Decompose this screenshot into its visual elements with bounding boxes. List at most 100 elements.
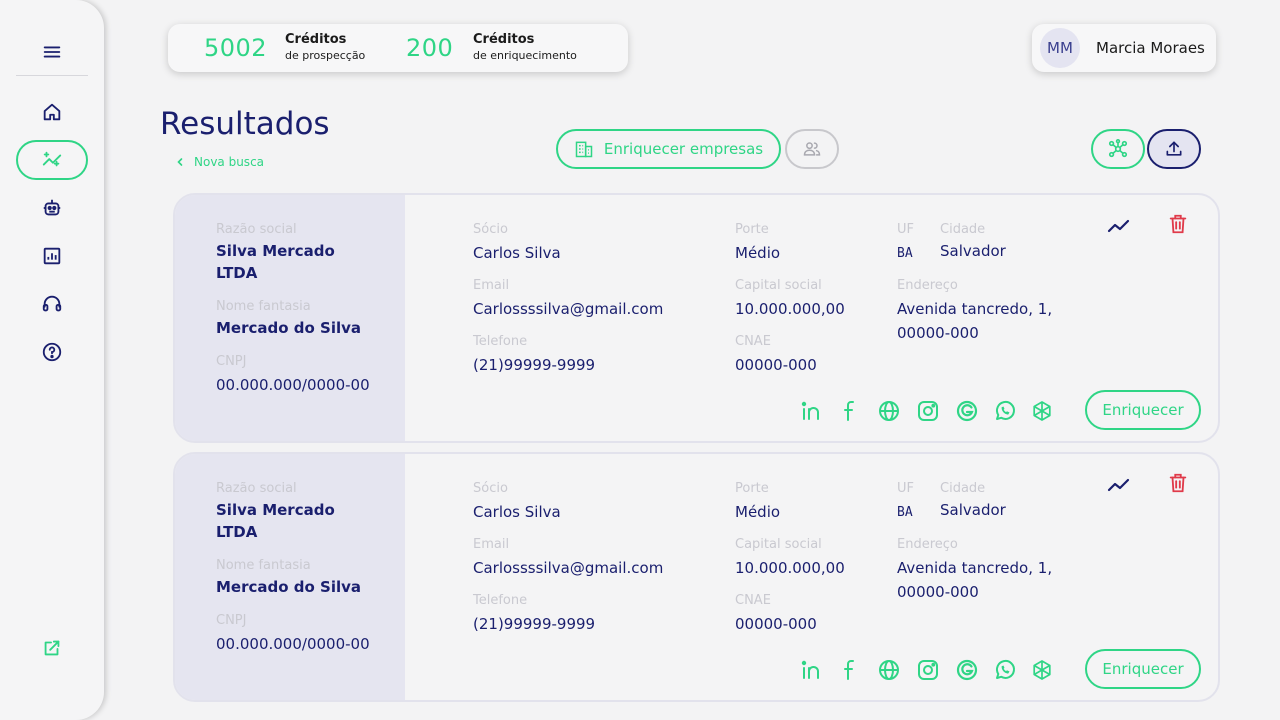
home-icon — [43, 103, 61, 121]
delete-button[interactable] — [1164, 469, 1192, 497]
export-button[interactable] — [1147, 129, 1201, 169]
upload-icon — [1166, 141, 1182, 156]
endereco-line1: Avenida tancredo, 1, — [897, 300, 1053, 318]
linkedin-icon — [801, 660, 819, 679]
whatsapp-button[interactable] — [991, 397, 1019, 425]
porte-value: Médio — [735, 244, 781, 262]
trash-icon — [1169, 473, 1187, 493]
delete-button[interactable] — [1164, 210, 1192, 238]
enrich-people-button[interactable] — [785, 129, 839, 169]
email-value[interactable]: Carlossssilva@gmail.com — [473, 557, 663, 579]
sidebar-item-support[interactable] — [16, 284, 88, 324]
instagram-button[interactable] — [914, 656, 942, 684]
telefone-label: Telefone — [473, 334, 528, 349]
endereco-line1: Avenida tancredo, 1, — [897, 559, 1053, 577]
cnpj-label: CNPJ — [216, 354, 247, 369]
facebook-button[interactable] — [836, 397, 864, 425]
network-icon — [1108, 139, 1128, 158]
telefone-value[interactable]: (21)99999-9999 — [473, 354, 595, 376]
nome-fantasia-label: Nome fantasia — [216, 299, 311, 314]
enrich-button[interactable]: Enriquecer — [1085, 649, 1201, 689]
email-label: Email — [473, 278, 510, 293]
credits-panel: 5002 Créditos de prospecção 200 Créditos… — [168, 24, 628, 72]
sidebar-divider — [16, 75, 88, 76]
cidade-value: Salvador — [940, 501, 1006, 519]
razao-social-label: Razão social — [216, 481, 297, 496]
porte-value: Médio — [735, 503, 781, 521]
facebook-button[interactable] — [836, 656, 864, 684]
menu-button[interactable] — [16, 32, 88, 72]
socio-label: Sócio — [473, 222, 508, 237]
uf-value: BA — [897, 246, 913, 261]
headset-icon — [42, 295, 62, 312]
whatsapp-button[interactable] — [991, 656, 1019, 684]
socio-value: Carlos Silva — [473, 503, 561, 521]
result-card: Razão social Silva Mercado LTDA Nome fan… — [173, 193, 1220, 443]
website-button[interactable] — [875, 656, 903, 684]
new-search-link[interactable]: Nova busca — [176, 155, 264, 169]
cnpj-value: 00.000.000/0000-00 — [216, 635, 370, 653]
sidebar-item-reports[interactable] — [16, 236, 88, 276]
page-title: Resultados — [160, 106, 330, 142]
uf-value: BA — [897, 505, 913, 520]
sidebar-item-search[interactable] — [16, 140, 88, 180]
capital-social-value: 10.000.000,00 — [735, 559, 845, 577]
sidebar-item-help[interactable] — [16, 332, 88, 372]
openai-button[interactable] — [1028, 397, 1056, 425]
google-button[interactable] — [953, 656, 981, 684]
prospect-credits-subtitle: de prospecção — [285, 49, 366, 62]
trend-icon — [1107, 219, 1130, 233]
nome-fantasia-value: Mercado do Silva — [216, 578, 362, 596]
help-icon — [42, 342, 62, 362]
razao-social-line2: LTDA — [216, 264, 258, 282]
email-value[interactable]: Carlossssilva@gmail.com — [473, 298, 663, 320]
capital-social-label: Capital social — [735, 278, 822, 293]
enrich-companies-button[interactable]: Enriquecer empresas — [556, 129, 781, 169]
people-icon — [803, 142, 821, 156]
enrich-button[interactable]: Enriquecer — [1085, 390, 1201, 430]
porte-label: Porte — [735, 222, 769, 237]
cnpj-label: CNPJ — [216, 613, 247, 628]
new-search-label: Nova busca — [194, 155, 265, 169]
whatsapp-icon — [995, 659, 1015, 679]
sidebar-item-home[interactable] — [16, 92, 88, 132]
instagram-icon — [918, 660, 938, 680]
endereco-label: Endereço — [897, 278, 958, 293]
trend-button[interactable] — [1105, 212, 1133, 240]
porte-label: Porte — [735, 481, 769, 496]
enrich-credits-title: Créditos — [473, 32, 535, 47]
trend-button[interactable] — [1105, 471, 1133, 499]
google-icon — [956, 400, 978, 422]
robot-icon — [43, 199, 61, 216]
prospect-credits-title: Créditos — [285, 32, 347, 47]
network-view-button[interactable] — [1091, 129, 1145, 169]
cidade-value: Salvador — [940, 242, 1006, 260]
socio-value: Carlos Silva — [473, 244, 561, 262]
facebook-icon — [844, 401, 854, 421]
cnae-value: 00000-000 — [735, 356, 817, 374]
whatsapp-icon — [995, 400, 1015, 420]
cnae-label: CNAE — [735, 334, 771, 349]
telefone-value[interactable]: (21)99999-9999 — [473, 613, 595, 635]
sidebar-item-robot[interactable] — [16, 188, 88, 228]
openai-button[interactable] — [1028, 656, 1056, 684]
uf-label: UF — [897, 222, 914, 237]
enrich-credits-subtitle: de enriquecimento — [473, 49, 577, 62]
linkedin-button[interactable] — [797, 397, 825, 425]
google-button[interactable] — [953, 397, 981, 425]
enrich-companies-label: Enriquecer empresas — [603, 140, 764, 158]
linkedin-button[interactable] — [797, 656, 825, 684]
razao-social-line1: Silva Mercado — [216, 242, 335, 260]
nome-fantasia-value: Mercado do Silva — [216, 319, 362, 337]
cnpj-value: 00.000.000/0000-00 — [216, 376, 370, 394]
sidebar-item-external[interactable] — [16, 628, 88, 668]
user-name: Marcia Moraes — [1096, 39, 1205, 57]
search-sparkle-icon — [42, 151, 62, 167]
user-menu[interactable]: MM Marcia Moraes — [1032, 24, 1216, 72]
building-icon — [575, 141, 593, 158]
trend-icon — [1107, 478, 1130, 492]
cnae-value: 00000-000 — [735, 615, 817, 633]
razao-social-line1: Silva Mercado — [216, 501, 335, 519]
website-button[interactable] — [875, 397, 903, 425]
instagram-button[interactable] — [914, 397, 942, 425]
